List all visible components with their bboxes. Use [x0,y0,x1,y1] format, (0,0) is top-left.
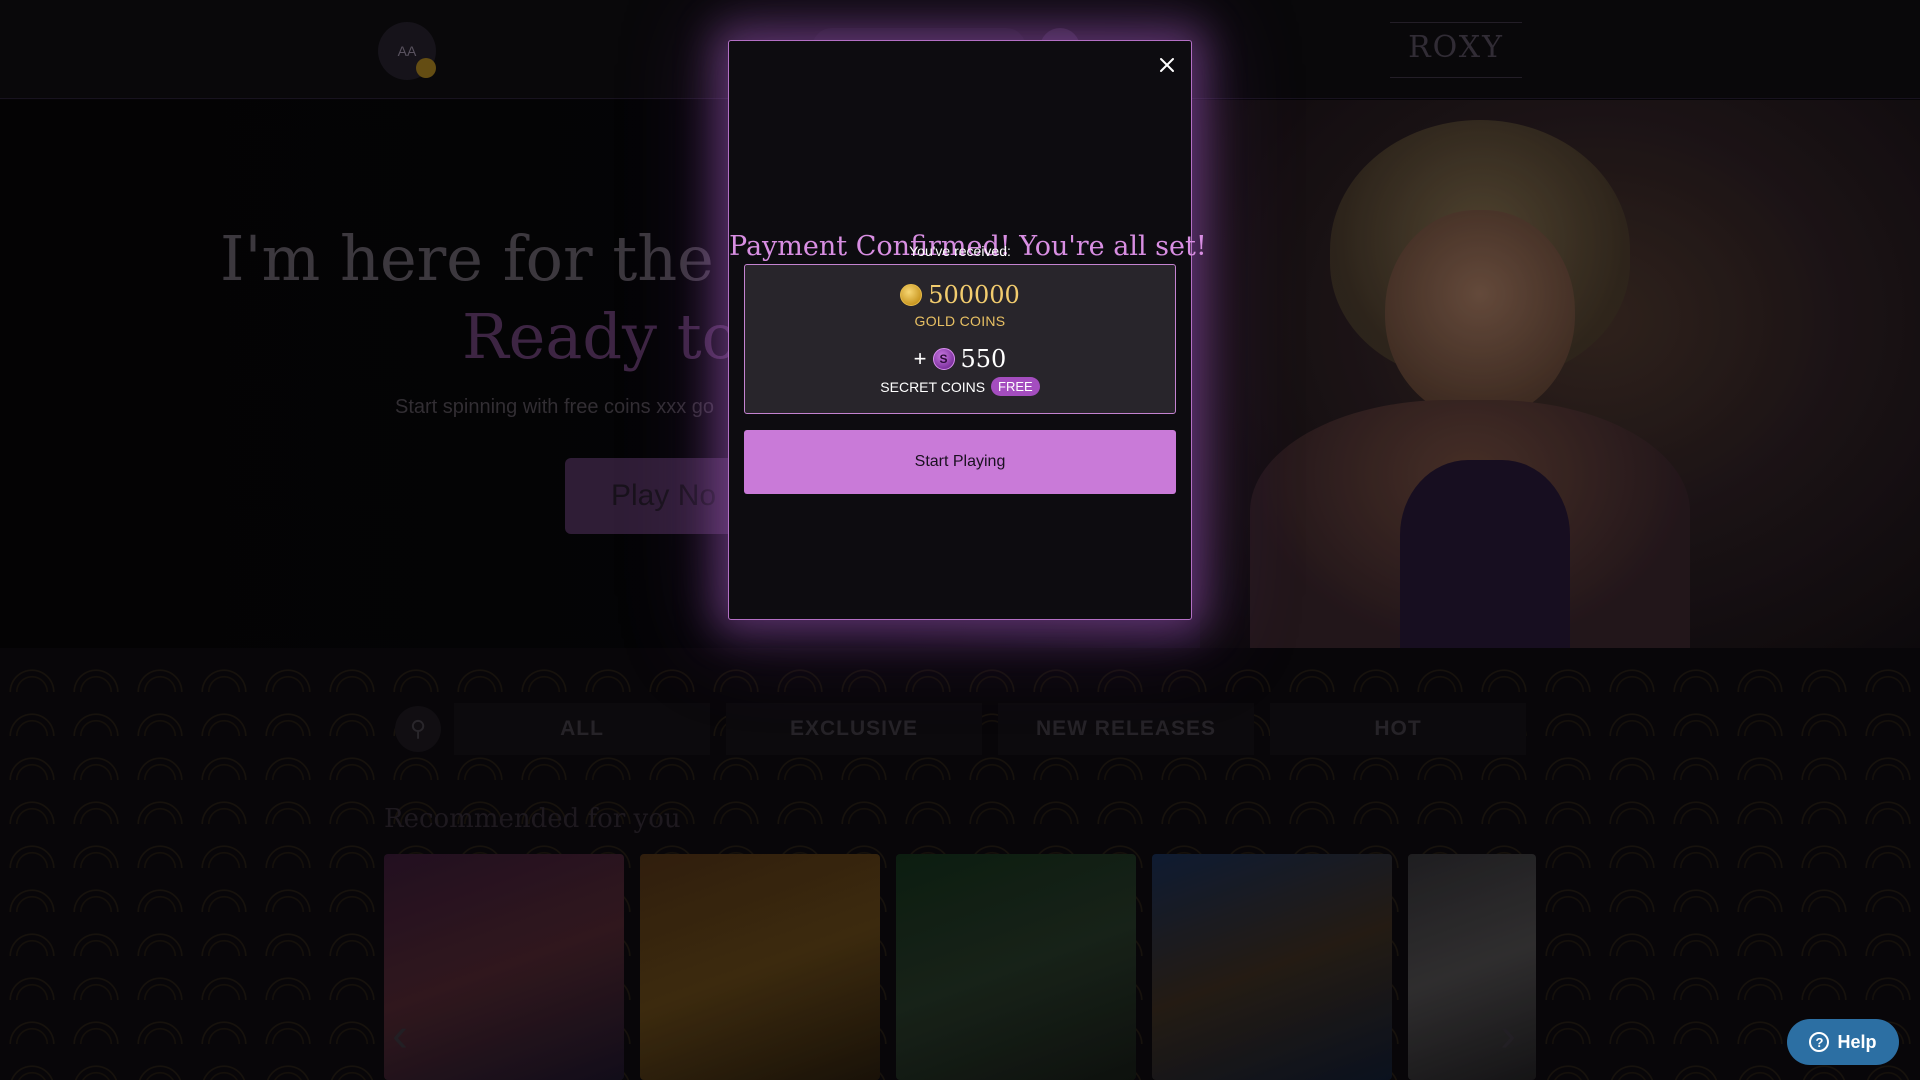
help-question-icon: ? [1809,1032,1830,1052]
free-badge: FREE [991,377,1040,396]
gold-coins-row: 500000 [745,281,1175,309]
secret-coins-row: + S 550 [745,345,1175,373]
gold-coins-label: GOLD COINS [914,313,1006,329]
close-icon[interactable] [1153,51,1181,79]
secret-coin-icon: S [932,348,955,370]
reward-summary-box: 500000 GOLD COINS + S 550 SECRET COINS F… [744,264,1176,414]
help-button[interactable]: ? Help [1787,1019,1899,1065]
payment-confirmed-modal: Payment Confirmed! You're all set! You'v… [728,40,1207,620]
gold-coins-amount: 500000 [928,281,1020,309]
received-label: You've received: [909,243,1011,259]
secret-coins-amount: 550 [960,345,1007,373]
help-label: Help [1837,1031,1877,1052]
secret-coins-label: SECRET COINS [880,378,986,395]
start-playing-button[interactable]: Start Playing [744,430,1176,494]
plus-sign: + [913,346,927,371]
secret-coins-label-row: SECRET COINS FREE [745,377,1175,396]
gold-coin-icon [900,284,923,306]
